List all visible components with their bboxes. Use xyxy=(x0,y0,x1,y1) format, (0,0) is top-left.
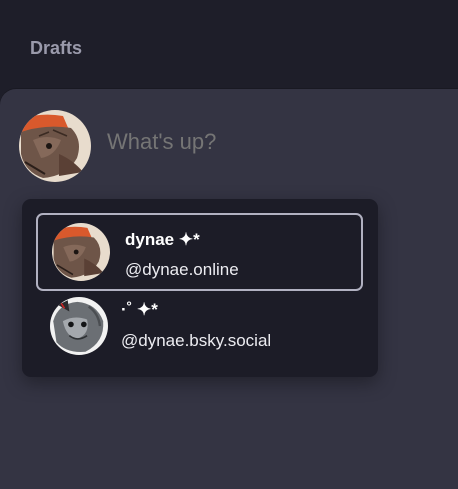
avatar-image xyxy=(19,110,91,182)
drafts-button[interactable]: Drafts xyxy=(30,37,82,59)
account-option-dynae-online[interactable]: dynae ✦* @dynae.online xyxy=(36,213,363,291)
avatar-image xyxy=(50,297,108,355)
account-avatar xyxy=(52,223,110,281)
account-handle: @dynae.bsky.social xyxy=(121,331,272,350)
account-display-name: dynae ✦* xyxy=(125,230,200,249)
account-handle: @dynae.online xyxy=(125,260,239,279)
top-bar: Drafts xyxy=(0,0,458,92)
avatar-image xyxy=(52,223,110,281)
account-display-name: ·˚ ✦* xyxy=(121,300,158,319)
post-text-input[interactable] xyxy=(107,128,407,156)
current-user-avatar[interactable] xyxy=(19,110,91,182)
account-avatar xyxy=(50,297,108,355)
account-option-dynae-bsky-social[interactable]: ·˚ ✦* @dynae.bsky.social xyxy=(36,292,363,364)
